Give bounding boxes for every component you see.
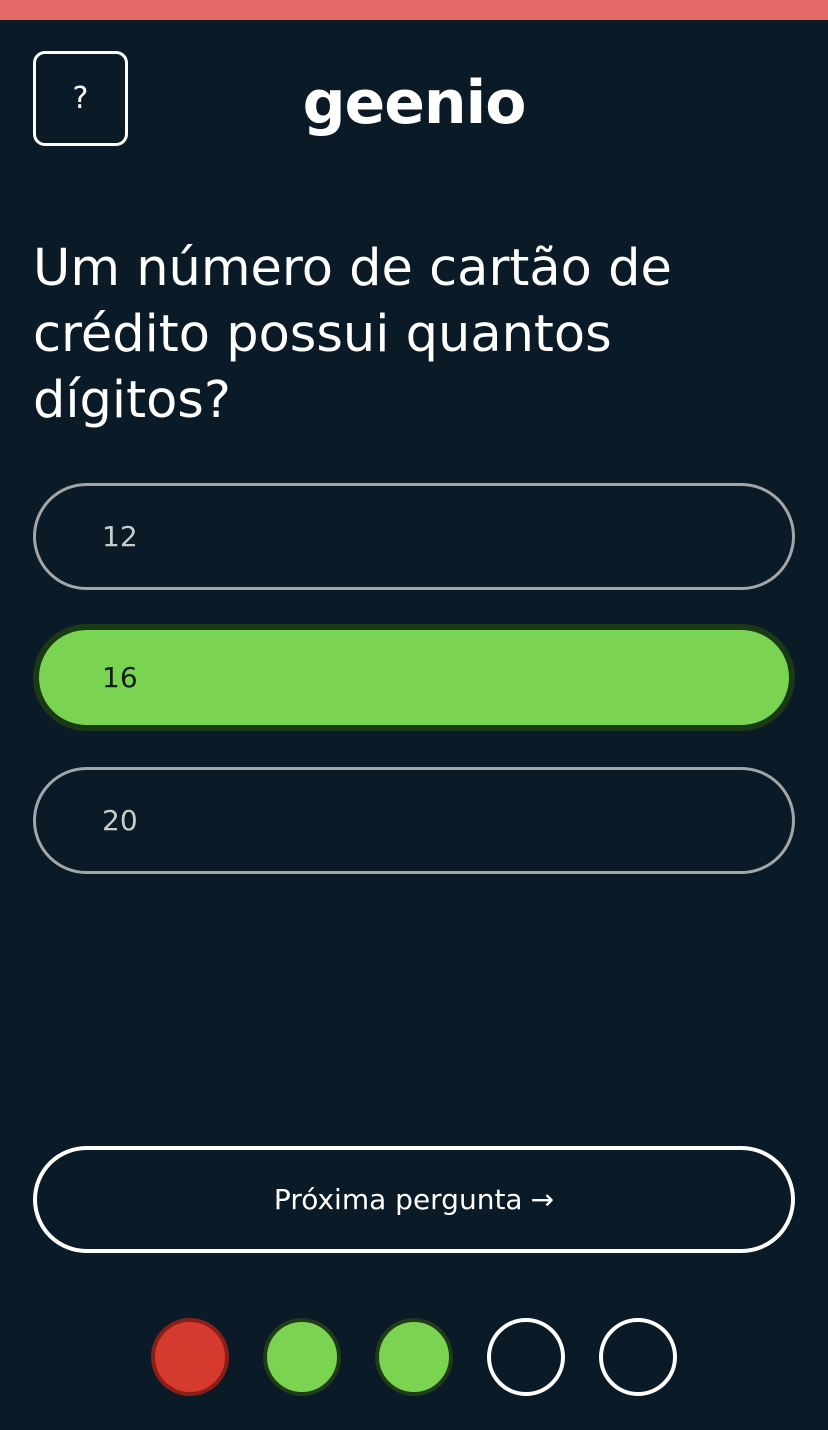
answer-option-label: 12 — [102, 520, 138, 553]
answer-option-20[interactable]: 20 — [33, 767, 795, 874]
answer-option-label: 20 — [102, 804, 138, 837]
next-question-label: Próxima pergunta — [273, 1183, 523, 1216]
progress-dot-pending — [487, 1318, 565, 1396]
answer-option-12[interactable]: 12 — [33, 483, 795, 590]
progress-dot-wrong — [151, 1318, 229, 1396]
answer-option-label: 16 — [102, 661, 138, 694]
progress-dot-correct — [375, 1318, 453, 1396]
question-text: Um número de cartão de crédito possui qu… — [33, 239, 672, 430]
progress-dot-correct — [263, 1318, 341, 1396]
arrow-right-icon: → — [530, 1183, 555, 1216]
app-logo: geenio — [302, 68, 527, 138]
progress-indicator — [0, 1318, 828, 1398]
top-accent-bar — [0, 0, 828, 20]
next-question-button[interactable]: Próxima pergunta → — [33, 1146, 795, 1253]
progress-dot-pending — [599, 1318, 677, 1396]
answer-option-16[interactable]: 16 — [33, 624, 795, 731]
